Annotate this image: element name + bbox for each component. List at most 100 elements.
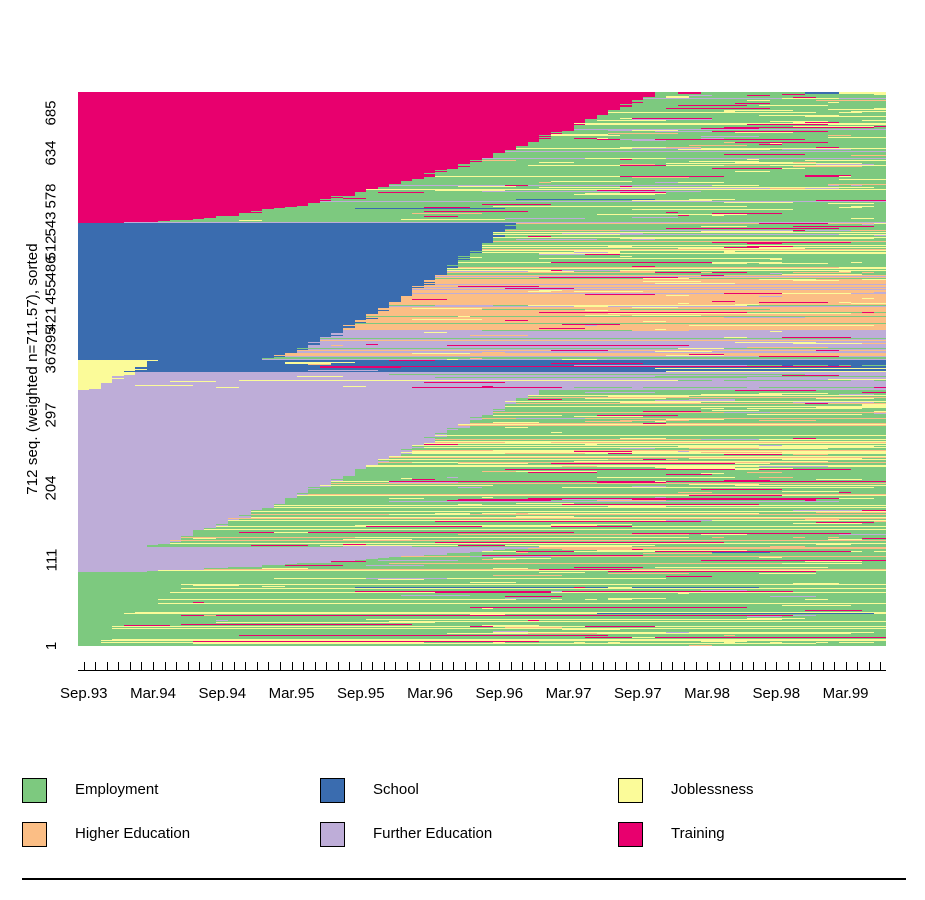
x-axis-tick [222, 662, 223, 671]
sequence-index-plot-figure: 712 seq. (weighted n=711.57), sorted 1 11… [0, 0, 925, 900]
x-axis-tick [696, 662, 697, 671]
x-axis-tick [880, 662, 881, 671]
x-axis-tick [707, 662, 708, 671]
x-axis-tick [742, 662, 743, 671]
x-axis-tick [372, 662, 373, 671]
x-axis-tick [141, 662, 142, 671]
x-axis-tick [511, 662, 512, 671]
x-axis-tick [569, 662, 570, 671]
x-axis-tick [649, 662, 650, 671]
x-axis-tick [545, 662, 546, 671]
sequence-raster [78, 92, 886, 646]
x-axis-tick-label: Mar.99 [822, 685, 869, 702]
x-axis-tick [534, 662, 535, 671]
y-axis-tick-label: 111 [43, 548, 60, 572]
x-axis-tick [638, 662, 639, 671]
x-axis-tick [834, 662, 835, 671]
y-axis-tick-labels: 1 111 204 297 367 395 421 455 486 512 543 578 634 685 [30, 92, 74, 651]
legend-swatch-further-education [320, 822, 345, 847]
x-axis-tick [465, 662, 466, 671]
legend-swatch-training [618, 822, 643, 847]
x-axis-tick [176, 662, 177, 671]
x-axis-tick [245, 662, 246, 671]
y-axis-tick-label: 578 [43, 183, 60, 209]
x-axis-tick [419, 662, 420, 671]
x-axis-tick [268, 662, 269, 671]
x-axis-tick [442, 662, 443, 671]
legend-label: Higher Education [75, 825, 191, 842]
x-axis-tick [823, 662, 824, 671]
legend-swatch-joblessness [618, 778, 643, 803]
bottom-separator-rule [22, 878, 906, 880]
x-axis-tick [626, 662, 627, 671]
y-axis-tick-label: 634 [43, 140, 60, 166]
y-axis-tick-label: 204 [43, 475, 60, 501]
x-axis-tick [118, 662, 119, 671]
y-axis-tick-label: 421 [43, 306, 60, 332]
x-axis-tick [211, 662, 212, 671]
x-axis-tick [765, 662, 766, 671]
x-axis-tick [730, 662, 731, 671]
x-axis-tick [430, 662, 431, 671]
x-axis-tick [338, 662, 339, 671]
legend-swatch-employment [22, 778, 47, 803]
x-axis-tick [499, 662, 500, 671]
x-axis-tick [165, 662, 166, 671]
x-axis-tick [234, 662, 235, 671]
x-axis-tick [857, 662, 858, 671]
y-axis-tick-label: 512 [43, 235, 60, 261]
x-axis-tick [107, 662, 108, 671]
x-axis-tick [84, 662, 85, 671]
x-axis-tick [476, 662, 477, 671]
x-axis-tick [280, 662, 281, 671]
legend-swatch-school [320, 778, 345, 803]
y-axis-tick-label: 395 [43, 326, 60, 352]
legend-label: Joblessness [671, 781, 754, 798]
x-axis-tick [199, 662, 200, 671]
x-axis-tick [522, 662, 523, 671]
legend-label: Training [671, 825, 725, 842]
plot-area [78, 92, 886, 646]
legend-label: Employment [75, 781, 159, 798]
x-axis-tick [776, 662, 777, 671]
x-axis-tick [557, 662, 558, 671]
x-axis-tick [315, 662, 316, 671]
x-axis-tick [326, 662, 327, 671]
x-axis-tick [615, 662, 616, 671]
y-axis-tick-label: 455 [43, 279, 60, 305]
x-axis-tick [869, 662, 870, 671]
y-axis-tick-label: 297 [43, 402, 60, 428]
x-axis-tick [592, 662, 593, 671]
y-axis-tick-label: 685 [43, 100, 60, 126]
y-axis-tick-label: 1 [43, 641, 60, 651]
x-axis-tick [672, 662, 673, 671]
x-axis-tick [684, 662, 685, 671]
x-axis-tick [788, 662, 789, 671]
x-axis-tick [453, 662, 454, 671]
x-axis-tick-labels: Sep.93 Mar.94 Sep.94 Mar.95 Sep.95 Mar.96 Sep.… [0, 684, 925, 706]
x-axis-tick [603, 662, 604, 671]
x-axis [78, 659, 886, 671]
y-axis-tick-label: 543 [43, 211, 60, 237]
x-axis-tick [361, 662, 362, 671]
x-axis-tick [395, 662, 396, 671]
x-axis-tick [384, 662, 385, 671]
legend-swatch-higher-education [22, 822, 47, 847]
x-axis-tick [580, 662, 581, 671]
x-axis-tick [811, 662, 812, 671]
x-axis-tick [661, 662, 662, 671]
x-axis-tick [292, 662, 293, 671]
x-axis-tick [846, 662, 847, 671]
x-axis-tick [488, 662, 489, 671]
x-axis-tick [799, 662, 800, 671]
x-axis-tick [349, 662, 350, 671]
y-axis-tick-label: 486 [43, 255, 60, 281]
x-axis-tick [753, 662, 754, 671]
y-axis-tick-label: 367 [43, 348, 60, 374]
x-axis-tick [303, 662, 304, 671]
x-axis-tick [407, 662, 408, 671]
legend-label: Further Education [373, 825, 493, 842]
x-axis-tick [95, 662, 96, 671]
legend-label: School [373, 781, 419, 798]
x-axis-tick [719, 662, 720, 671]
